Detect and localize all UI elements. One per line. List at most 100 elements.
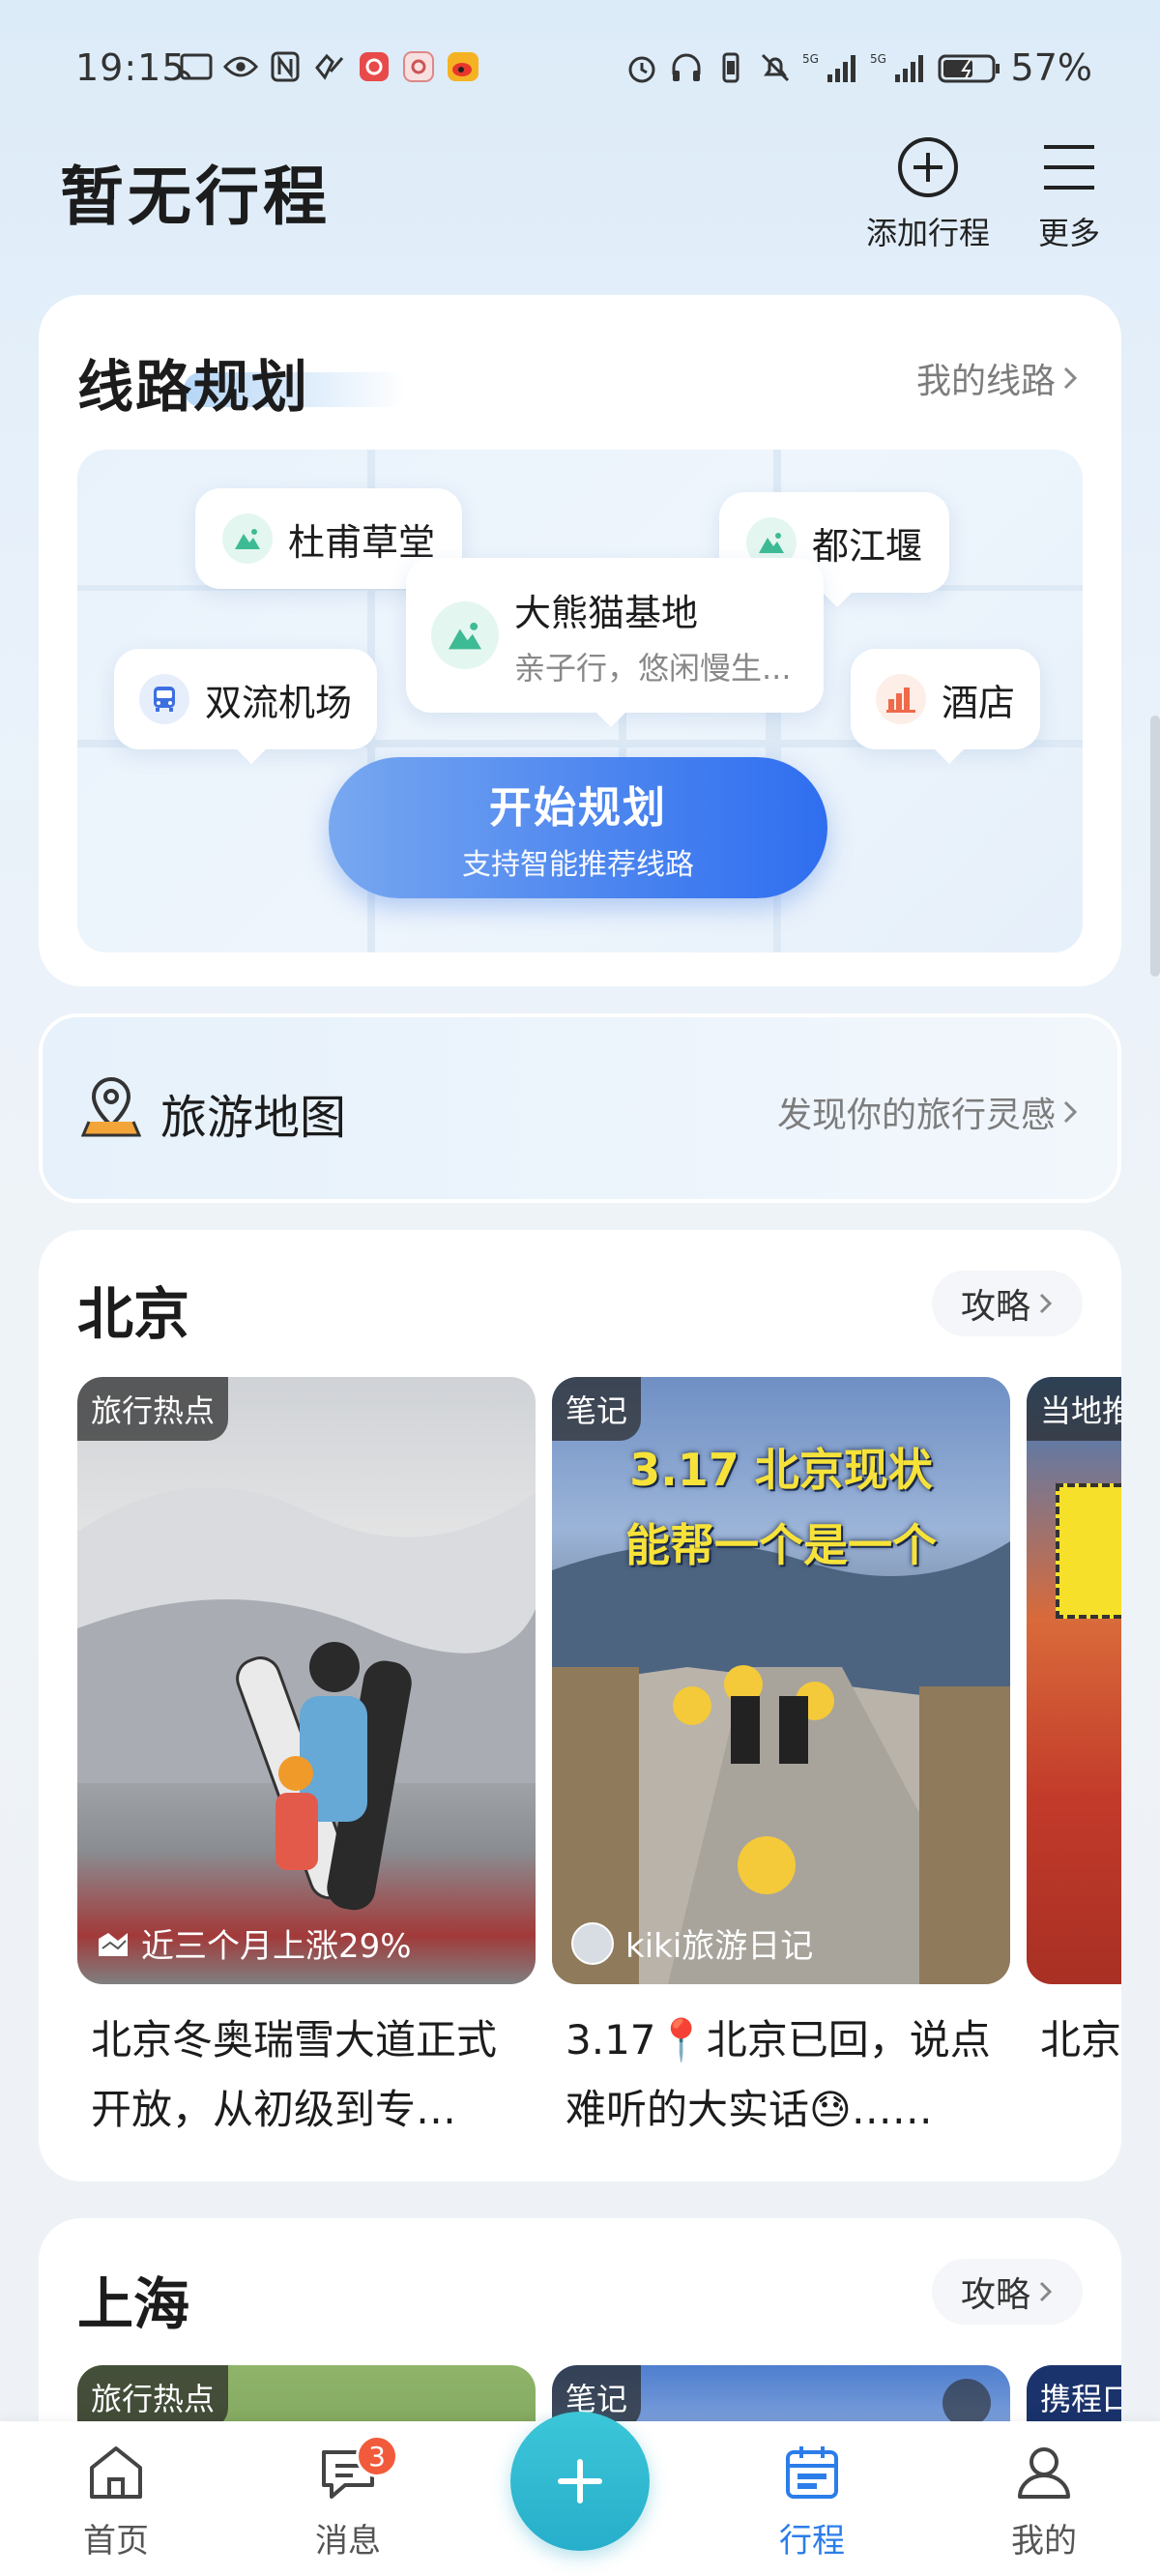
messages-badge: 3 [356,2435,398,2477]
page-title: 暂无行程 [60,160,331,234]
my-routes-link[interactable]: 我的线路 [916,353,1079,403]
my-routes-label: 我的线路 [915,362,1056,401]
app-icon [312,50,347,83]
travel-inspiration-label: 发现你的旅行灵感 [776,1096,1056,1135]
post-card[interactable]: 当地推 北京够！ [1027,1377,1121,2145]
post-caption: 3.17📍北京已回，说点难听的大实话😓…… [566,2016,991,2133]
nav-trips-label: 行程 [779,2522,845,2561]
start-planning-sublabel: 支持智能推荐线路 [462,848,694,882]
guide-button[interactable]: 攻略 [931,1271,1083,1336]
nav-mine-label: 我的 [1011,2522,1077,2561]
poi-shuangliu-airport[interactable]: 双流机场 [114,649,378,764]
post-tag: 笔记 [552,1377,642,1441]
post-image-text-1: 3.17 北京现状 [629,1444,933,1496]
vibrate-icon [713,51,748,84]
poi-name: 杜甫草堂 [288,520,436,564]
post-caption: 北京够！ [1040,2016,1121,2064]
add-trip-button[interactable]: 添加行程 [866,135,990,253]
city-title: 北京 [77,1281,190,1347]
chevron-right-icon [1063,366,1078,390]
travel-map-title: 旅游地图 [160,1091,347,1145]
cast-icon [179,50,214,83]
post-tag: 旅行热点 [77,2365,229,2429]
start-planning-button[interactable]: 开始规划 支持智能推荐线路 [329,757,827,898]
route-planning-title: 线路规划 [77,354,310,420]
nav-messages[interactable]: 3 消息 [280,2435,416,2561]
add-circle-icon [898,137,958,197]
start-planning-label: 开始规划 [489,783,667,833]
travel-inspiration-link[interactable]: 发现你的旅行灵感 [777,1087,1079,1137]
network-1-label: 5G [802,52,819,66]
status-notification-icons [179,50,480,83]
route-planning-card: 线路规划 我的线路 杜甫草堂 都江堰 大熊猫基地 亲子行，悠闲慢生... 双流机… [39,295,1121,986]
battery-icon [938,51,1001,84]
poi-subtitle: 亲子行，悠闲慢生... [514,649,792,687]
guide-label: 攻略 [960,1287,1030,1327]
post-author-name: kiki旅游日记 [625,1927,814,1966]
chevron-right-icon [1039,1293,1053,1314]
nav-trips[interactable]: 行程 [744,2441,880,2561]
nav-mine[interactable]: 我的 [976,2441,1112,2561]
post-tag: 旅行热点 [77,1377,229,1441]
calendar-icon [786,2446,838,2499]
plus-icon [558,2459,602,2503]
post-image-text-2: 能帮一个是一个 [625,1519,937,1571]
poi-name: 大熊猫基地 [514,591,699,634]
network-2-label: 5G [870,52,886,66]
scrollbar[interactable] [1150,716,1160,977]
post-caption: 北京冬奥瑞雪大道正式开放，从初级到专… [91,2016,498,2133]
nav-home[interactable]: 首页 [48,2441,184,2561]
chevron-right-icon [1039,2281,1053,2302]
chevron-right-icon [1063,1100,1078,1124]
post-card[interactable]: 3.17 北京现状 能帮一个是一个 笔记 kiki旅游日记 3.17📍北京已回，… [552,1377,1010,2145]
more-label: 更多 [1038,215,1101,251]
poi-hotel[interactable]: 酒店 [851,649,1041,764]
app-pink-icon [401,50,436,83]
more-button[interactable]: 更多 [1038,135,1100,253]
post-overlay-text: 近三个月上涨29% [141,1927,412,1966]
add-trip-label: 添加行程 [866,215,991,251]
user-icon [1018,2447,1070,2499]
home-icon [90,2446,142,2499]
bus-icon [139,674,189,724]
avatar [571,1921,614,1965]
trend-icon [99,1932,128,1956]
poi-panda-base[interactable]: 大熊猫基地 亲子行，悠闲慢生... [406,558,824,727]
add-button[interactable] [510,2412,650,2551]
signal-icon-2: 5G [870,51,928,84]
post-tag: 当地推 [1027,1377,1121,1441]
post-image: 3.17 北京现状 能帮一个是一个 笔记 kiki旅游日记 [552,1377,1010,1984]
poi-name: 双流机场 [205,681,353,724]
nav-home-label: 首页 [83,2522,149,2561]
post-image: 旅行热点 近三个月上涨29% [77,1377,536,1984]
post-tag: 携程口 [1027,2365,1121,2429]
status-time: 19:15 [75,46,187,89]
guide-button[interactable]: 攻略 [931,2259,1083,2325]
post-overlay: 近三个月上涨29% [97,1919,412,1967]
mountain-icon [222,513,273,564]
city-card-beijing: 北京 攻略 旅行热点 近三个月上涨29% 北京冬奥瑞雪大道正式开放，从初级到专… [39,1230,1121,2181]
battery-text: 57% [1010,46,1092,89]
bottom-nav: 首页 3 消息 行程 我的 [0,2412,1160,2576]
map-pin-icon [81,1076,141,1137]
play-icon [942,2379,991,2427]
mute-icon [758,51,793,84]
app-red-icon [357,50,392,83]
signal-icon-1: 5G [802,51,860,84]
post-card[interactable]: 旅行热点 近三个月上涨29% 北京冬奥瑞雪大道正式开放，从初级到专… [77,1377,536,2145]
post-image: 当地推 [1027,1377,1121,1984]
headphones-icon [669,51,704,84]
poi-name: 都江堰 [812,524,923,568]
city-title: 上海 [77,2271,190,2337]
post-author: kiki旅游日记 [571,1919,813,1967]
eye-icon [223,50,258,83]
hotel-icon [876,674,926,724]
travel-map-card[interactable]: 旅游地图 发现你的旅行灵感 [39,1013,1121,1203]
nav-messages-label: 消息 [315,2522,381,2561]
nfc-icon [268,50,303,83]
weibo-icon [446,50,480,83]
status-right: 5G 5G 57% [624,46,1092,89]
menu-icon [1044,145,1094,190]
status-bar: 19:15 5G 5G 57% [0,0,1160,145]
alarm-icon [624,51,659,84]
